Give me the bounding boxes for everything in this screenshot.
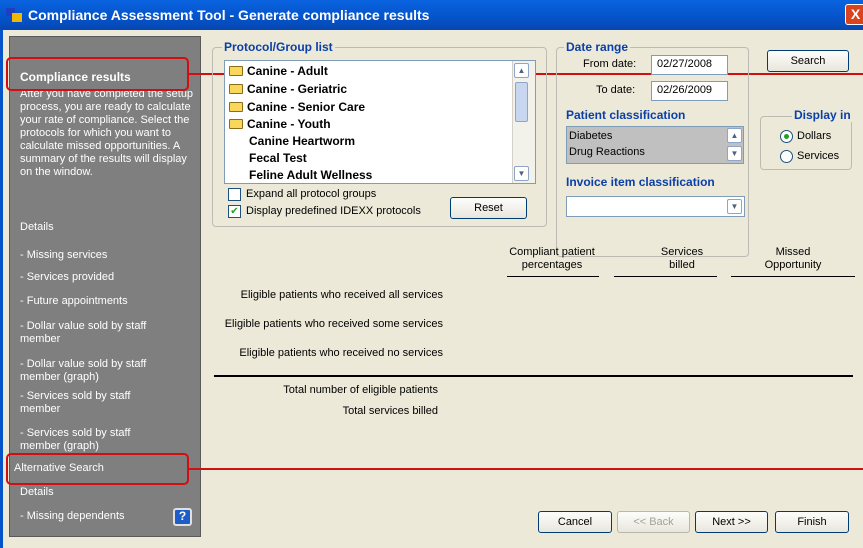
folder-icon	[229, 102, 243, 112]
protocol-scrollbar[interactable]	[512, 61, 535, 183]
patient-classification-legend: Patient classification	[564, 108, 688, 122]
app-icon	[6, 8, 22, 22]
scroll-down-icon[interactable]: ▼	[727, 146, 742, 161]
help-icon[interactable]: ?	[173, 508, 192, 526]
col-underline	[507, 276, 599, 277]
nav-alt-details-heading: Details	[20, 486, 54, 498]
nav-details-heading: Details	[20, 221, 54, 233]
callout-alternative-search	[6, 453, 189, 485]
row-some-services: Eligible patients who received some serv…	[224, 318, 443, 330]
col-missed-opportunity: Missed Opportunity	[764, 246, 822, 271]
date-range-legend: Date range	[564, 40, 631, 54]
results-divider	[214, 375, 853, 377]
nav-description: After you have completed the setup proce…	[20, 88, 194, 178]
protocol-item[interactable]: Canine - Geriatric	[229, 82, 347, 96]
dollars-radio[interactable]	[780, 130, 793, 143]
col-underline	[731, 276, 855, 277]
folder-icon	[229, 84, 243, 94]
protocol-item[interactable]: Canine - Youth	[229, 117, 331, 131]
row-no-services: Eligible patients who received no servic…	[239, 347, 443, 359]
reset-button[interactable]: Reset	[450, 197, 527, 219]
col-services-billed: Services billed	[660, 246, 704, 271]
dollars-label: Dollars	[797, 130, 832, 142]
display-predefined-checkbox[interactable]: ✔	[228, 205, 241, 218]
nav-item-services-sold-staff[interactable]: - Services sold by staff member	[20, 390, 170, 416]
expand-all-label: Expand all protocol groups	[246, 188, 377, 200]
display-predefined-label: Display predefined IDEXX protocols	[246, 205, 421, 217]
scroll-down-icon[interactable]: ▼	[514, 166, 529, 181]
nav-item-dollar-value-staff-graph[interactable]: - Dollar value sold by staff member (gra…	[20, 358, 188, 384]
scroll-up-icon[interactable]: ▲	[514, 63, 529, 78]
nav-item-services-sold-staff-graph[interactable]: - Services sold by staff member (graph)	[20, 427, 170, 453]
callout-compliance-results	[6, 57, 189, 91]
nav-item-dollar-value-staff[interactable]: - Dollar value sold by staff member	[20, 320, 188, 346]
services-label: Services	[797, 150, 840, 162]
cancel-button[interactable]: Cancel	[538, 511, 612, 533]
display-in-legend: Display in	[792, 108, 853, 122]
close-button[interactable]: X	[845, 4, 863, 25]
to-date-label: To date:	[596, 84, 636, 96]
patient-class-item[interactable]: Drug Reactions	[569, 146, 645, 158]
col-underline	[614, 276, 717, 277]
protocol-item[interactable]: Feline Adult Wellness	[249, 168, 372, 182]
scroll-up-icon[interactable]: ▲	[727, 128, 742, 143]
total-services-billed: Total services billed	[342, 405, 438, 417]
row-all-services: Eligible patients who received all servi…	[240, 289, 443, 301]
folder-icon	[229, 119, 243, 129]
from-date-input[interactable]: 02/27/2008	[651, 55, 728, 75]
protocol-item[interactable]: Canine Heartworm	[249, 134, 355, 148]
nav-item-missing-services[interactable]: - Missing services	[20, 249, 190, 262]
next-button[interactable]: Next >>	[695, 511, 768, 533]
protocol-item[interactable]: Canine - Adult	[229, 64, 328, 78]
nav-item-future-appointments[interactable]: - Future appointments	[20, 295, 190, 308]
protocol-group-legend: Protocol/Group list	[222, 40, 335, 54]
col-compliant-percentages: Compliant patient percentages	[509, 246, 595, 271]
folder-icon	[229, 66, 243, 76]
patient-class-item[interactable]: Diabetes	[569, 130, 612, 142]
nav-item-missing-dependents[interactable]: - Missing dependents	[20, 510, 190, 523]
to-date-input[interactable]: 02/26/2009	[651, 81, 728, 101]
search-button[interactable]: Search	[767, 50, 849, 72]
callout-line-alternative	[189, 468, 863, 470]
finish-button[interactable]: Finish	[775, 511, 849, 533]
nav-item-services-provided[interactable]: - Services provided	[20, 271, 190, 284]
window-title: Compliance Assessment Tool - Generate co…	[28, 7, 430, 23]
chevron-down-icon[interactable]: ▼	[727, 199, 742, 214]
expand-all-checkbox[interactable]	[228, 188, 241, 201]
total-eligible-patients: Total number of eligible patients	[283, 384, 438, 396]
invoice-classification-legend: Invoice item classification	[564, 175, 717, 189]
services-radio[interactable]	[780, 150, 793, 163]
invoice-classification-select[interactable]	[566, 196, 745, 217]
scroll-thumb[interactable]	[515, 82, 528, 122]
from-date-label: From date:	[583, 58, 637, 70]
back-button[interactable]: << Back	[617, 511, 690, 533]
protocol-item[interactable]: Fecal Test	[249, 151, 307, 165]
protocol-item[interactable]: Canine - Senior Care	[229, 100, 365, 114]
